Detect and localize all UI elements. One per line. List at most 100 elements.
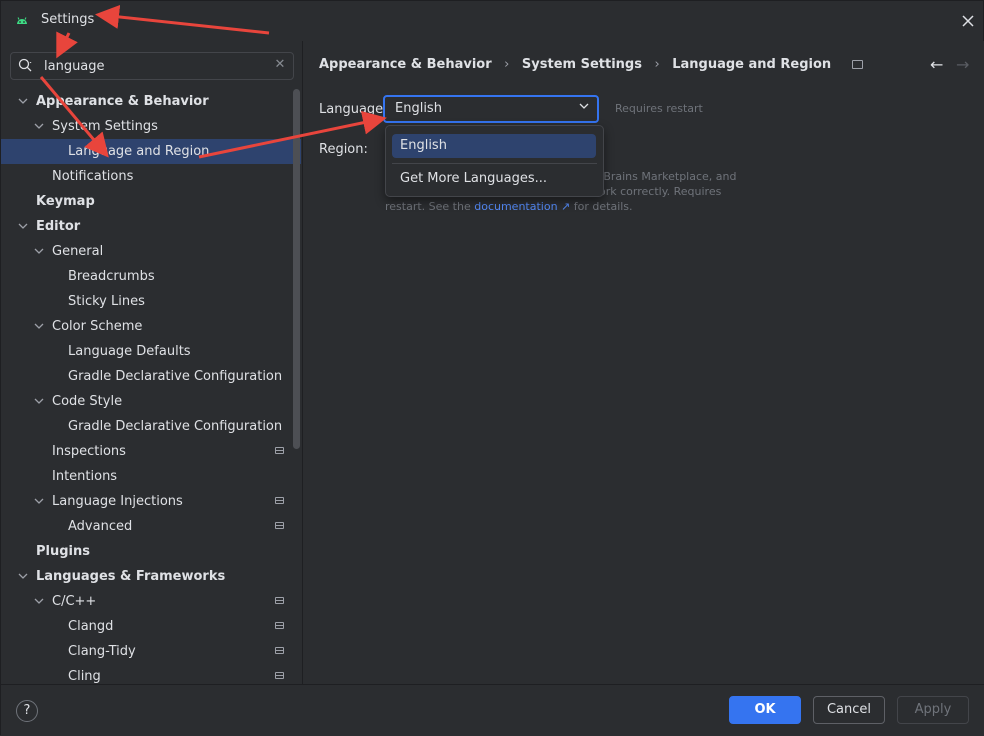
tree-item-label: Appearance & Behavior: [36, 94, 209, 109]
tree-item-label: C/C++: [52, 594, 97, 609]
chevron-down-icon[interactable]: [32, 389, 46, 414]
help-text-suffix: for details.: [570, 200, 633, 213]
settings-sidebar: ✕ Appearance & Behavior System Settings La…: [1, 41, 303, 684]
chevron-down-icon[interactable]: [32, 114, 46, 139]
close-button[interactable]: [957, 9, 979, 31]
tree-item-label: Code Style: [52, 394, 123, 409]
language-dropdown-popup: English Get More Languages...: [385, 125, 604, 197]
tree-item-label: Notifications: [52, 169, 134, 184]
settings-dialog: Settings ✕ Appearance & Behavior System S…: [0, 0, 984, 736]
requires-restart-note: Requires restart: [615, 102, 703, 115]
tree-item-clangd[interactable]: Clangd: [1, 614, 301, 639]
chevron-down-icon: [579, 101, 589, 114]
tree-item-plugins[interactable]: Plugins: [1, 539, 301, 564]
project-scope-icon: [851, 60, 863, 69]
project-scope-icon: [275, 622, 284, 629]
settings-content: Appearance & Behavior › System Settings …: [303, 41, 984, 684]
chevron-down-icon[interactable]: [16, 564, 30, 589]
chevron-down-icon[interactable]: [32, 314, 46, 339]
tree-item-intentions[interactable]: Intentions: [1, 464, 301, 489]
tree-item-language-and-region[interactable]: Language and Region: [1, 139, 301, 164]
ok-button[interactable]: OK: [729, 696, 801, 724]
tree-item-label: Gradle Declarative Configuration Lang: [68, 369, 286, 384]
project-scope-icon: [275, 522, 284, 529]
breadcrumb-separator-icon: ›: [654, 57, 660, 72]
title-bar: Settings: [1, 1, 984, 41]
clear-search-icon[interactable]: ✕: [273, 57, 287, 73]
project-scope-icon: [275, 672, 284, 679]
tree-item-label: Cling: [68, 669, 101, 684]
help-text-prefix: restart. See the: [385, 200, 475, 213]
tree-item-label: Clangd: [68, 619, 114, 634]
forward-arrow-icon[interactable]: →: [956, 55, 969, 74]
tree-item-label: Editor: [36, 219, 81, 234]
tree-item-general[interactable]: General: [1, 239, 301, 264]
breadcrumb-item[interactable]: Appearance & Behavior: [319, 57, 492, 72]
breadcrumb-item[interactable]: System Settings: [522, 57, 642, 72]
tree-item-keymap[interactable]: Keymap: [1, 189, 301, 214]
project-scope-icon: [275, 647, 284, 654]
sidebar-scrollbar[interactable]: [293, 89, 300, 449]
window-title: Settings: [41, 12, 95, 27]
help-line-3: restart. See the documentation ↗ for det…: [385, 199, 745, 214]
tree-item-advanced[interactable]: Advanced: [1, 514, 301, 539]
dropdown-option-get-more-languages[interactable]: Get More Languages...: [392, 167, 596, 191]
tree-item-languages-frameworks[interactable]: Languages & Frameworks: [1, 564, 301, 589]
chevron-down-icon[interactable]: [32, 589, 46, 614]
tree-item-color-scheme[interactable]: Color Scheme: [1, 314, 301, 339]
cancel-button[interactable]: Cancel: [813, 696, 885, 724]
breadcrumb: Appearance & Behavior › System Settings …: [319, 57, 863, 72]
tree-item-label: General: [52, 244, 104, 259]
tree-item-breadcrumbs[interactable]: Breadcrumbs: [1, 264, 301, 289]
dropdown-divider: [392, 163, 597, 164]
documentation-link[interactable]: documentation ↗: [474, 200, 570, 213]
tree-item-label: Sticky Lines: [68, 294, 145, 309]
tree-item-cling[interactable]: Cling: [1, 664, 301, 684]
tree-item-label: Clang-Tidy: [68, 644, 136, 659]
tree-item-label: Keymap: [36, 194, 95, 209]
tree-item-label: Advanced: [68, 519, 133, 534]
tree-item-sticky-lines[interactable]: Sticky Lines: [1, 289, 301, 314]
tree-item-label: System Settings: [52, 119, 158, 134]
language-select[interactable]: English: [383, 95, 599, 123]
language-select-value: English: [395, 101, 442, 116]
tree-item-label: Inspections: [52, 444, 126, 459]
tree-item-gradle-declarative-configuration-lang[interactable]: Gradle Declarative Configuration Lang: [1, 364, 301, 389]
chevron-down-icon[interactable]: [16, 89, 30, 114]
tree-item-notifications[interactable]: Notifications: [1, 164, 301, 189]
tree-item-clang-tidy[interactable]: Clang-Tidy: [1, 639, 301, 664]
tree-item-inspections[interactable]: Inspections: [1, 439, 301, 464]
tree-item-appearance-behavior[interactable]: Appearance & Behavior: [1, 89, 301, 114]
tree-item-label: Gradle Declarative Configuration Lang: [68, 419, 286, 434]
chevron-down-icon[interactable]: [32, 489, 46, 514]
tree-item-language-defaults[interactable]: Language Defaults: [1, 339, 301, 364]
tree-item-label: Plugins: [36, 544, 90, 559]
external-link-icon: ↗: [561, 200, 571, 213]
tree-item-label: Breadcrumbs: [68, 269, 155, 284]
tree-item-language-injections[interactable]: Language Injections: [1, 489, 301, 514]
help-button[interactable]: ?: [16, 700, 38, 722]
search-icon: [18, 58, 32, 72]
tree-item-system-settings[interactable]: System Settings: [1, 114, 301, 139]
tree-item-label: Languages & Frameworks: [36, 569, 226, 584]
project-scope-icon: [275, 497, 284, 504]
breadcrumb-separator-icon: ›: [504, 57, 510, 72]
settings-search[interactable]: ✕: [10, 52, 294, 80]
project-scope-icon: [275, 597, 284, 604]
tree-item-editor[interactable]: Editor: [1, 214, 301, 239]
search-input[interactable]: [44, 56, 264, 76]
tree-item-label: Intentions: [52, 469, 118, 484]
apply-button[interactable]: Apply: [897, 696, 969, 724]
tree-item-gradle-declarative-configuration-lang[interactable]: Gradle Declarative Configuration Lang: [1, 414, 301, 439]
dropdown-option-english[interactable]: English: [392, 134, 596, 158]
tree-item-c-c[interactable]: C/C++: [1, 589, 301, 614]
tree-item-label: Language and Region: [68, 144, 210, 159]
back-arrow-icon[interactable]: ←: [930, 55, 943, 74]
close-icon: [962, 15, 974, 27]
language-label: Language:: [319, 102, 388, 117]
tree-item-label: Color Scheme: [52, 319, 143, 334]
tree-item-code-style[interactable]: Code Style: [1, 389, 301, 414]
chevron-down-icon[interactable]: [32, 239, 46, 264]
region-label: Region:: [319, 142, 368, 157]
chevron-down-icon[interactable]: [16, 214, 30, 239]
